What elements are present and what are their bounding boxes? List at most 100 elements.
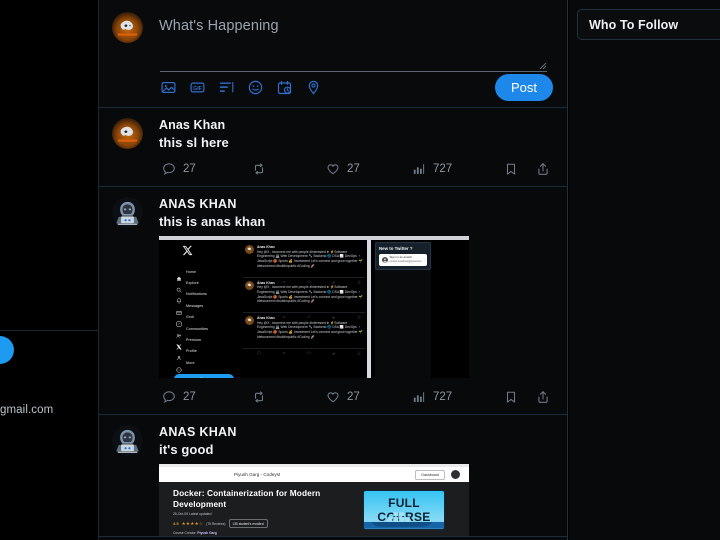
composer-avatar[interactable] <box>112 12 143 43</box>
image-icon[interactable] <box>161 80 176 95</box>
creator-name: Piyush Garg <box>197 531 217 536</box>
like-action[interactable]: 27 <box>326 162 412 176</box>
poll-icon[interactable] <box>219 80 234 95</box>
embedded-tweet-body: Hey @X , #connect me with people #intere… <box>257 249 363 268</box>
embedded-nav-item-profile[interactable]: Profile <box>173 346 239 361</box>
repost-action[interactable] <box>252 162 326 176</box>
embedded-nav-label: Communities <box>186 326 209 331</box>
bookmark-action[interactable] <box>504 162 536 176</box>
heart-icon[interactable] <box>307 306 311 319</box>
share-icon[interactable] <box>357 342 361 355</box>
embedded-nav-label: Explore <box>186 281 199 286</box>
embedded-nav-item-home[interactable]: Home <box>173 266 239 281</box>
analytics-icon[interactable] <box>332 271 336 283</box>
embedded-tweet-avatar <box>245 316 254 326</box>
post-body-text: this sl here <box>159 135 229 150</box>
resize-grip-icon[interactable] <box>539 62 547 70</box>
right-sidebar: Who To Follow <box>569 0 720 540</box>
embedded-right-panel: New to Twitter ? Sign in as anas0 contac… <box>375 242 431 378</box>
who-to-follow-title: Who To Follow <box>589 17 679 32</box>
embedded-nav-item-communities[interactable]: Communities <box>173 323 239 338</box>
like-action[interactable]: 27 <box>326 390 412 404</box>
embedded-nav-item-notifications[interactable]: Notifications <box>173 289 239 304</box>
embedded-nav-item-messages[interactable]: Messages <box>173 300 239 315</box>
rating-stars: ★★★★☆ <box>181 520 204 526</box>
rating-value: 4.5 <box>173 521 179 527</box>
composer-placeholder[interactable]: What's Happening <box>159 12 553 34</box>
share-icon <box>538 391 548 403</box>
embedded-scrollbar[interactable] <box>367 240 371 378</box>
emoji-icon[interactable] <box>248 80 263 95</box>
embedded-nav-label: Home <box>186 269 196 274</box>
location-icon[interactable] <box>306 80 321 95</box>
repost-icon[interactable] <box>282 306 286 318</box>
analytics-icon[interactable] <box>332 342 336 355</box>
embedded-tweet: Anas Khan Hey @X , #connect me with peop… <box>243 242 365 284</box>
post-avatar[interactable] <box>112 118 143 149</box>
share-action[interactable] <box>536 162 550 176</box>
post-header: Anas Khan this sl here <box>112 118 554 150</box>
home-icon <box>176 269 182 281</box>
analytics-icon <box>413 164 425 174</box>
more-circle-icon <box>176 360 182 373</box>
embedded-user-avatar[interactable] <box>451 470 460 479</box>
svg-text:GIF: GIF <box>193 86 203 92</box>
left-rail: gmail.com <box>0 0 99 540</box>
embedded-nav-item-more[interactable]: More <box>173 357 239 373</box>
embedded-nav-label: Notifications <box>186 292 207 297</box>
post-button[interactable]: Post <box>494 74 553 101</box>
center-column: What's Happening GIF Post Anas Khan this… <box>99 0 568 540</box>
embedded-tweet-body: Hey @X , #connect me with people #intere… <box>257 320 363 339</box>
animal-logo-icon <box>112 118 143 149</box>
share-action[interactable] <box>536 390 550 404</box>
embedded-nav-item-premium[interactable]: Premium <box>173 334 239 350</box>
embedded-nav-label: Premium <box>186 338 202 343</box>
envelope-icon <box>176 303 182 315</box>
post-action-bar: 27 27 727 <box>112 380 554 414</box>
embedded-course-thumbnail: FULL COURSE <box>363 490 445 530</box>
post-avatar[interactable] <box>112 425 143 456</box>
schedule-icon[interactable] <box>277 80 292 95</box>
embedded-nav-label: Profile <box>186 349 197 354</box>
comment-icon[interactable] <box>257 271 261 284</box>
embedded-tweet-avatar <box>245 245 254 254</box>
google-signin-button[interactable]: Sign in as anas0 contact.anaskhan@gmail.… <box>379 253 427 266</box>
repost-icon[interactable] <box>282 342 286 354</box>
gif-icon[interactable]: GIF <box>190 80 205 95</box>
repost-action[interactable] <box>252 390 326 404</box>
repost-icon[interactable] <box>282 271 286 283</box>
embedded-nav-label: Grok <box>186 315 195 320</box>
who-to-follow-card[interactable]: Who To Follow <box>577 9 720 40</box>
embedded-nav-item-grok[interactable]: Grok <box>173 312 239 327</box>
heart-icon[interactable] <box>307 342 311 355</box>
post-body-text: this is anas khan <box>159 214 266 229</box>
post-content: Anas Khan this sl here <box>159 118 554 150</box>
post-media[interactable]: Home Explore Notifications Messages Grok… <box>159 236 554 378</box>
share-icon[interactable] <box>357 271 361 284</box>
embedded-post-button[interactable]: Post <box>174 373 234 378</box>
community-icon <box>176 326 182 338</box>
post-composer: What's Happening GIF Post <box>99 0 567 108</box>
analytics-icon[interactable] <box>332 306 336 319</box>
reply-action[interactable]: 27 <box>162 390 252 404</box>
views-action[interactable]: 727 <box>412 162 504 176</box>
embedded-dashboard-button[interactable]: Dashboard <box>415 469 445 480</box>
comment-icon[interactable] <box>257 342 261 355</box>
comment-icon[interactable] <box>257 306 261 319</box>
account-avatar-badge[interactable] <box>0 336 14 364</box>
reply-action[interactable]: 27 <box>162 162 252 176</box>
embedded-tweet: Anas Khan Hey @X , #connect me with peop… <box>243 313 365 355</box>
heart-icon <box>327 164 339 175</box>
bookmark-action[interactable] <box>504 390 536 404</box>
embedded-nav-item-explore[interactable]: Explore <box>173 277 239 293</box>
post-avatar[interactable] <box>112 197 143 228</box>
share-icon[interactable] <box>357 306 361 319</box>
animal-logo-icon <box>112 12 143 43</box>
analytics-icon <box>413 392 425 402</box>
embedded-tweet-avatar <box>245 280 254 290</box>
post-media[interactable]: Piyush Garg - Codeyst Dashboard Docker: … <box>159 464 554 536</box>
hacker-avatar-icon <box>112 197 143 228</box>
views-action[interactable]: 727 <box>412 390 504 404</box>
reply-count: 27 <box>183 163 196 175</box>
heart-icon[interactable] <box>307 271 311 283</box>
